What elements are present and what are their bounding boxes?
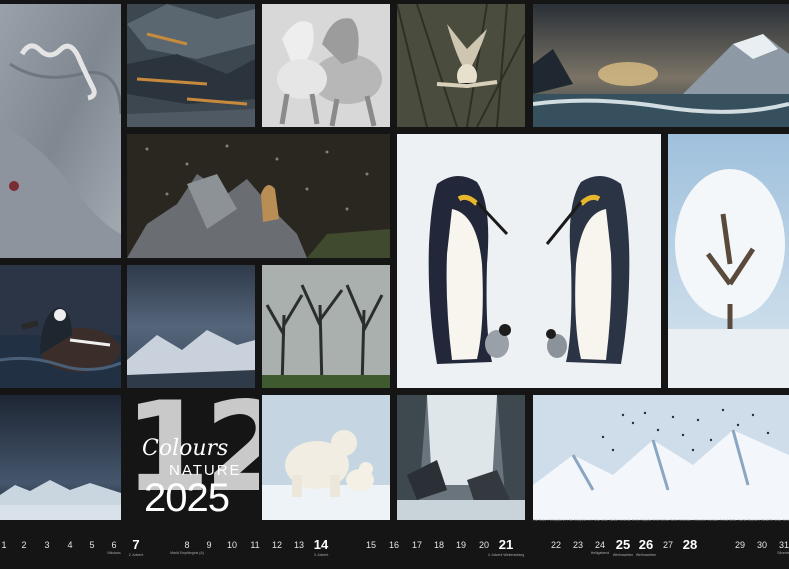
calendar-day: 15 (366, 540, 376, 550)
credits-line: Title Frame © Fotografie am | Alle Fotog… (533, 519, 789, 522)
day-number: 27 (662, 540, 674, 550)
photo-arctic-mountains-sea (533, 4, 789, 127)
calendar-day: 3 (44, 540, 49, 550)
day-number: 10 (226, 540, 238, 550)
calendar-day: 2 (21, 540, 26, 550)
day-note: Heiligabend (590, 551, 610, 555)
calendar-days-row: 1 2 3 4 5 6 Nikolaus 7 2. Advent 8 Mariä Empfängni… (0, 534, 789, 569)
calendar-day: 28 (683, 537, 697, 552)
photo-puma-on-rocks (127, 134, 390, 258)
calendar-year: 2025 (144, 476, 230, 520)
calendar-day: 1 (1, 540, 6, 550)
photo-harlequin-duck (0, 265, 121, 388)
day-number: 26 (638, 537, 654, 552)
day-note: 3. Advent (313, 553, 329, 557)
photo-stormy-mountains (127, 265, 255, 388)
calendar-title-block: 12 Colours NATURE 2025 (124, 392, 259, 520)
photo-frosted-tree (668, 134, 789, 388)
day-number: 2 (21, 540, 27, 550)
day-number: 6 (111, 540, 117, 550)
calendar-day: 18 (434, 540, 444, 550)
day-note: Weihnachten (612, 553, 634, 557)
calendar-day: 30 (757, 540, 767, 550)
day-number: 24 (594, 540, 605, 550)
day-number: 9 (206, 540, 212, 550)
photo-credits: Title Frame © Fotografie am | Alle Fotog… (533, 519, 789, 523)
day-number: 29 (734, 540, 746, 550)
photo-waterfall-rocks (397, 395, 525, 520)
calendar-day: 12 (272, 540, 282, 550)
calendar-day: 9 (206, 540, 211, 550)
day-number: 13 (293, 540, 305, 550)
day-number: 16 (388, 540, 400, 550)
day-number: 4 (67, 540, 73, 550)
calendar-day: 11 (250, 540, 259, 550)
calendar-day: 19 (456, 540, 466, 550)
day-number: 21 (498, 537, 514, 552)
photo-snake-on-granite (0, 4, 121, 258)
photo-misty-forest (262, 265, 390, 388)
calendar-day: 31Silvester (777, 540, 789, 555)
photo-polar-bears (262, 395, 390, 520)
day-note: 2. Advent (128, 553, 144, 557)
day-number: 14 (313, 537, 329, 552)
day-number: 11 (250, 540, 260, 550)
calendar-day: 29 (735, 540, 745, 550)
brand-title: Colours (142, 436, 229, 461)
calendar-day: 5 (89, 540, 94, 550)
day-number: 31 (778, 540, 789, 550)
calendar-day: 23 (573, 540, 583, 550)
calendar-day: 24 Heiligabend (591, 540, 610, 555)
calendar-day: 27 (663, 540, 673, 550)
day-note: Mariä Empfängnis (A) (170, 551, 204, 555)
day-number: 28 (682, 537, 698, 552)
calendar-day: 14 3. Advent (314, 537, 329, 557)
calendar-day: 7 2. Advent (129, 537, 144, 557)
calendar-day: 10 (227, 540, 237, 550)
calendar-day: 22 (551, 540, 561, 550)
day-number: 15 (365, 540, 377, 550)
day-number: 3 (44, 540, 50, 550)
day-number: 18 (433, 540, 445, 550)
day-number: 22 (550, 540, 562, 550)
calendar-day: 4 (67, 540, 72, 550)
day-number: 1 (1, 540, 7, 550)
calendar-day: 17 (412, 540, 422, 550)
day-note: 4. Advent Winteranfang (487, 553, 525, 557)
photo-owl-flying (397, 4, 525, 127)
photo-layered-rocks (127, 4, 255, 127)
day-note: Nikolaus (107, 551, 121, 555)
day-note: Weihnachten (635, 553, 657, 557)
day-number: 7 (132, 537, 140, 552)
calendar-day: 21 4. Advent Winteranfang (488, 537, 524, 557)
photo-night-sky-mountains (0, 395, 121, 520)
calendar-day: 13 (294, 540, 304, 550)
calendar-day: 8 Mariä Empfängnis (A) (170, 540, 204, 555)
day-number: 25 (615, 537, 631, 552)
calendar-day: 26 Weihnachten (636, 537, 656, 557)
calendar-day: 6 Nikolaus (107, 540, 120, 555)
day-number: 23 (572, 540, 584, 550)
photo-birds-over-glacier (533, 395, 789, 520)
calendar-day: 25 Weihnachten (613, 537, 633, 557)
day-number: 19 (455, 540, 467, 550)
photo-white-horses (262, 4, 390, 127)
day-number: 8 (184, 540, 190, 550)
calendar-day: 16 (389, 540, 399, 550)
day-number: 30 (756, 540, 768, 550)
day-number: 12 (271, 540, 283, 550)
day-number: 17 (411, 540, 423, 550)
day-note: Silvester (777, 551, 789, 555)
photo-emperor-penguins (397, 134, 661, 388)
day-number: 5 (89, 540, 95, 550)
